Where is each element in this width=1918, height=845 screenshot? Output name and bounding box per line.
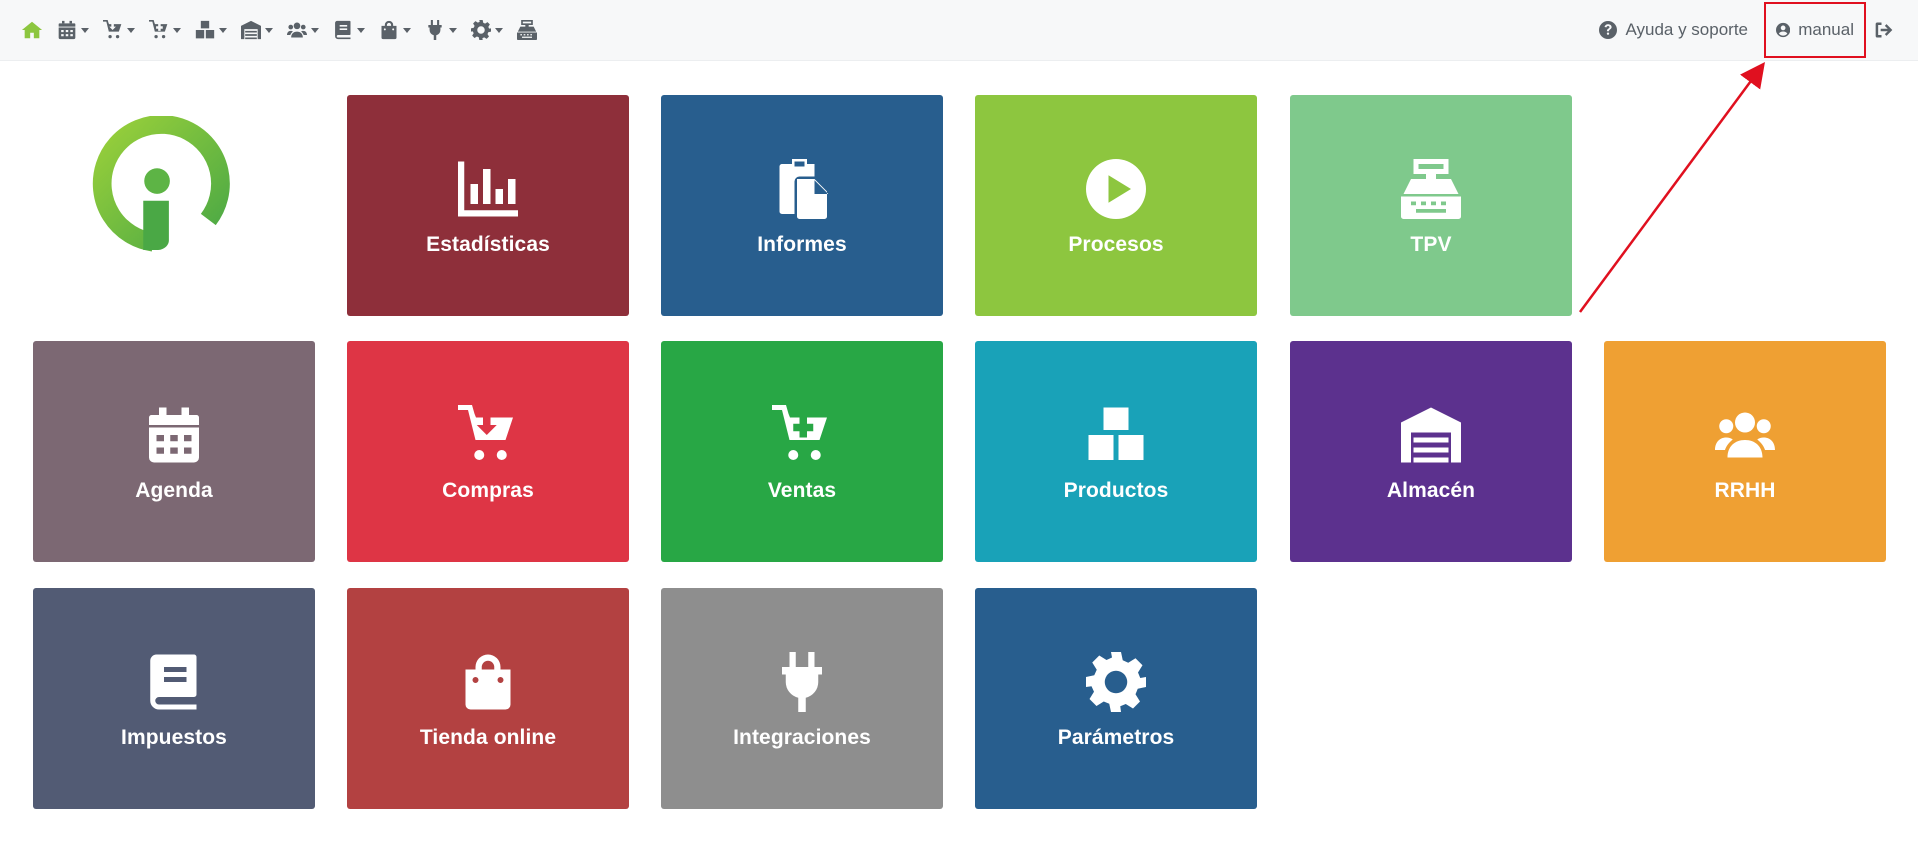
tile-label: Agenda [135,478,213,502]
caret-down-icon [81,27,89,33]
copy-icon [772,159,832,219]
tile-label: Impuestos [121,725,227,749]
cash-register-icon [517,20,537,40]
tile-tpv[interactable]: TPV [1290,95,1572,316]
plug-icon [425,20,445,40]
nav-compras-menu[interactable] [96,0,142,60]
play-circle-icon [1086,159,1146,219]
tile-label: Productos [1063,478,1169,502]
shopping-bag-icon [458,652,518,712]
tile-procesos[interactable]: Procesos [975,95,1257,316]
users-icon [287,20,307,40]
nav-tienda-menu[interactable] [372,0,418,60]
tile-label: Ventas [767,478,837,502]
caret-down-icon [265,27,273,33]
caret-down-icon [127,27,135,33]
tile-parametros[interactable]: Parámetros [975,588,1257,809]
gear-icon [471,20,491,40]
gear-icon [1086,652,1146,712]
warehouse-icon [1401,405,1461,465]
tile-label: Tienda online [419,725,557,749]
cart-down-icon [103,20,123,40]
nav-impuestos-menu[interactable] [326,0,372,60]
boxes-icon [1086,405,1146,465]
tile-impuestos[interactable]: Impuestos [33,588,315,809]
nav-productos-menu[interactable] [188,0,234,60]
nav-almacen-menu[interactable] [234,0,280,60]
nav-parametros-menu[interactable] [464,0,510,60]
chart-bar-icon [458,159,518,219]
nav-user-area: Ayuda y soporte manual [1599,0,1918,60]
nav-agenda-menu[interactable] [50,0,96,60]
caret-down-icon [173,27,181,33]
cart-down-icon [458,405,518,465]
help-support-link[interactable]: Ayuda y soporte [1599,20,1748,40]
book-icon [144,652,204,712]
plug-icon [772,652,832,712]
logout-button[interactable] [1874,20,1894,40]
nav-tpv-button[interactable] [510,0,544,60]
tile-label: Integraciones [733,725,871,749]
caret-down-icon [219,27,227,33]
tile-almacen[interactable]: Almacén [1290,341,1572,562]
warehouse-icon [241,20,261,40]
tile-label: Almacén [1386,478,1476,502]
question-circle-icon [1599,21,1617,39]
caret-down-icon [311,27,319,33]
tile-label: Estadísticas [426,232,550,256]
cart-plus-icon [772,405,832,465]
cash-register-icon [1401,159,1461,219]
boxes-icon [195,20,215,40]
tile-agenda[interactable]: Agenda [33,341,315,562]
caret-down-icon [449,27,457,33]
nav-rrhh-menu[interactable] [280,0,326,60]
sign-out-icon [1874,20,1894,40]
tile-productos[interactable]: Productos [975,341,1257,562]
home-icon [21,19,43,41]
tile-informes[interactable]: Informes [661,95,943,316]
tile-rrhh[interactable]: RRHH [1604,341,1886,562]
tile-label: Informes [757,232,847,256]
user-name-label: manual [1798,20,1854,39]
user-circle-icon [1776,21,1790,39]
tile-label: Procesos [1068,232,1164,256]
help-support-label: Ayuda y soporte [1625,20,1748,39]
calendar-icon [57,20,77,40]
tile-ventas[interactable]: Ventas [661,341,943,562]
caret-down-icon [357,27,365,33]
calendar-icon [144,405,204,465]
tile-label: TPV [1410,232,1452,256]
nav-ventas-menu[interactable] [142,0,188,60]
cart-plus-icon [149,20,169,40]
user-menu-link[interactable]: manual [1764,2,1866,58]
tile-compras[interactable]: Compras [347,341,629,562]
book-icon [333,20,353,40]
tile-label: RRHH [1714,478,1776,502]
home-button[interactable] [14,0,50,60]
tile-tienda-online[interactable]: Tienda online [347,588,629,809]
top-navbar: Ayuda y soporte manual [0,0,1918,61]
tile-integraciones[interactable]: Integraciones [661,588,943,809]
tile-label: Compras [442,478,534,502]
caret-down-icon [403,27,411,33]
caret-down-icon [495,27,503,33]
tile-estadisticas[interactable]: Estadísticas [347,95,629,316]
tile-label: Parámetros [1057,725,1175,749]
users-icon [1715,405,1775,465]
app-logo [92,115,230,254]
nav-integraciones-menu[interactable] [418,0,464,60]
shopping-bag-icon [379,20,399,40]
nav-menu [14,0,544,60]
